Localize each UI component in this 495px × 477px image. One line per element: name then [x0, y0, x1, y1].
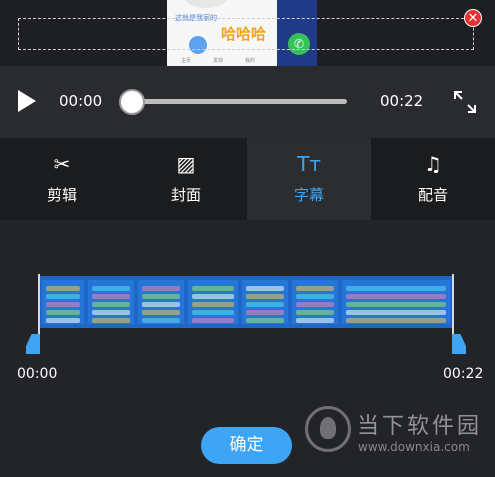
tab-dubbing[interactable]: ♫ 配音: [371, 138, 495, 220]
video-editor-screen: 这就是我家的 主页 发现 我的 ✆ 哈哈哈 ✕ 00:00 00:22 ✂ 剪辑…: [0, 0, 495, 477]
total-time: 00:22: [380, 92, 424, 110]
preview-nav-item: 我的: [245, 58, 256, 64]
timeline-frames: [38, 280, 454, 324]
progress-track[interactable]: [132, 99, 347, 104]
close-icon[interactable]: ✕: [464, 9, 482, 27]
timeline-frame: [88, 280, 134, 324]
frame-thumb-row: [142, 310, 180, 315]
preview-nav-item: 发现: [213, 58, 224, 64]
preview-nav-item: 主页: [181, 58, 192, 64]
video-preview: 这就是我家的 主页 发现 我的 ✆ 哈哈哈 ✕: [0, 0, 495, 66]
confirm-button[interactable]: 确定: [201, 427, 292, 464]
trim-handle-left[interactable]: [26, 334, 40, 354]
play-icon[interactable]: [18, 90, 36, 112]
frame-thumb-row: [142, 302, 180, 307]
preview-nav: 主页 发现 我的: [167, 56, 277, 66]
frame-thumb-row: [296, 286, 334, 291]
frame-thumb-row: [46, 286, 80, 291]
frame-thumb-row: [296, 318, 334, 323]
frame-thumb-row: [346, 286, 446, 291]
music-note-icon: ♫: [424, 152, 442, 176]
fullscreen-icon[interactable]: [453, 90, 477, 114]
timeline-frame: [292, 280, 338, 324]
scissors-icon: ✂: [53, 152, 71, 176]
frame-thumb-row: [246, 318, 284, 323]
frame-thumb-row: [46, 302, 80, 307]
progress-knob[interactable]: [119, 89, 145, 115]
frame-thumb-row: [92, 286, 130, 291]
frame-thumb-row: [142, 294, 180, 299]
frame-thumb-row: [346, 294, 446, 299]
watermark-url: www.downxia.com: [358, 440, 470, 454]
timeline-frame: [42, 280, 84, 324]
timeline-frame: [188, 280, 238, 324]
frame-thumb-row: [346, 318, 446, 323]
frame-thumb-row: [246, 302, 284, 307]
frame-thumb-row: [192, 294, 234, 299]
tab-label: 字幕: [293, 186, 324, 204]
frame-thumb-row: [296, 302, 334, 307]
frame-thumb-row: [296, 310, 334, 315]
frame-thumb-row: [246, 286, 284, 291]
frame-thumb-row: [142, 286, 180, 291]
frame-thumb-row: [246, 294, 284, 299]
frame-thumb-row: [92, 294, 130, 299]
frame-thumb-row: [92, 318, 130, 323]
current-time: 00:00: [59, 92, 103, 110]
timeline-start-time: 00:00: [17, 366, 58, 382]
preview-avatar: [183, 0, 229, 8]
frame-thumb-row: [346, 302, 446, 307]
timeline-frame: [138, 280, 184, 324]
frame-thumb-row: [46, 310, 80, 315]
timeline-frame: [342, 280, 450, 324]
frame-thumb-row: [192, 318, 234, 323]
frame-thumb-row: [296, 294, 334, 299]
frame-thumb-row: [246, 310, 284, 315]
tab-edit[interactable]: ✂ 剪辑: [0, 138, 124, 220]
frame-thumb-row: [192, 286, 234, 291]
timeline-end-time: 00:22: [443, 366, 484, 382]
video-timeline[interactable]: [38, 276, 454, 328]
frame-thumb-row: [92, 302, 130, 307]
tab-subtitle[interactable]: Tт 字幕: [247, 138, 371, 220]
subtitle-selection-box[interactable]: 哈哈哈: [18, 18, 474, 50]
tab-label: 封面: [170, 186, 201, 204]
trim-handle-right[interactable]: [452, 334, 466, 354]
tab-label: 剪辑: [46, 186, 77, 204]
subtitle-caption[interactable]: 哈哈哈: [221, 23, 266, 44]
watermark-name: 当下软件园: [357, 414, 483, 439]
tab-label: 配音: [417, 186, 448, 204]
frame-thumb-row: [92, 310, 130, 315]
editor-tabs: ✂ 剪辑 ▨ 封面 Tт 字幕 ♫ 配音: [0, 138, 495, 220]
text-size-icon: Tт: [297, 152, 321, 176]
frame-thumb-row: [192, 310, 234, 315]
frame-thumb-row: [346, 310, 446, 315]
timeline-frame: [242, 280, 288, 324]
image-icon: ▨: [176, 152, 196, 176]
tab-cover[interactable]: ▨ 封面: [124, 138, 248, 220]
frame-thumb-row: [142, 318, 180, 323]
frame-thumb-row: [192, 302, 234, 307]
frame-thumb-row: [46, 294, 80, 299]
player-bar: 00:00 00:22: [0, 66, 495, 138]
watermark-logo-icon: [305, 406, 351, 452]
frame-thumb-row: [46, 318, 80, 323]
